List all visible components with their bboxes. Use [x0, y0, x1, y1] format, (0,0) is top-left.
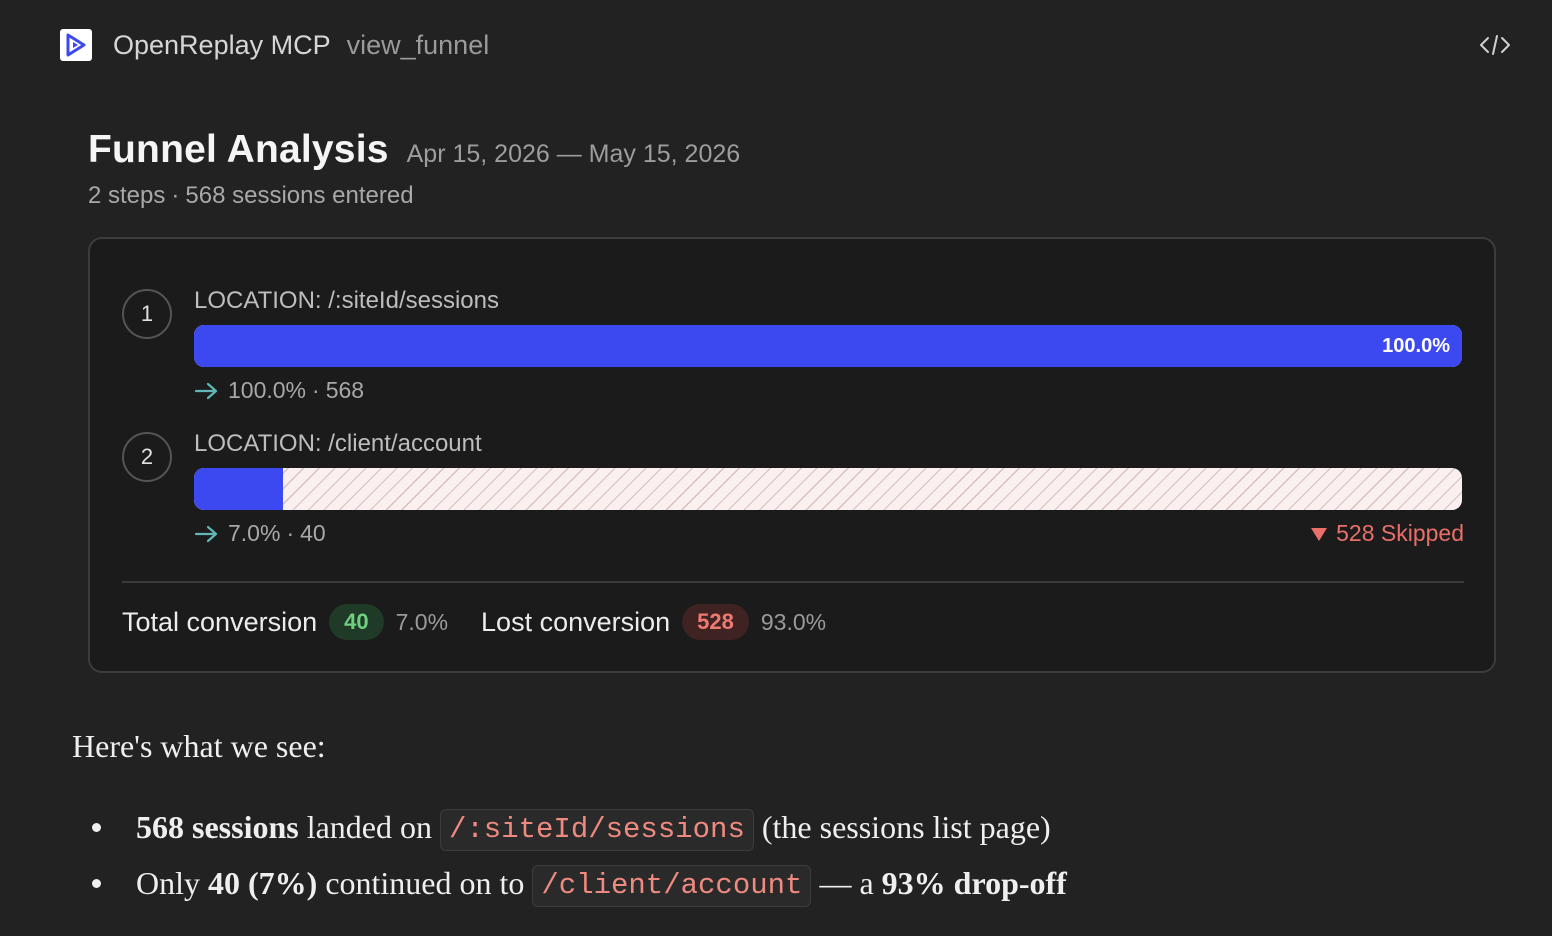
step-label: LOCATION: /:siteId/sessions — [194, 287, 499, 314]
step-bar-percentage: 100.0% — [1382, 335, 1450, 357]
summary-heading: Here's what we see: — [72, 728, 326, 764]
bullet-icon — [92, 823, 101, 832]
bold-text: 93% drop-off — [881, 865, 1067, 901]
funnel-step-1[interactable]: 1 LOCATION: /:siteId/sessions 100.0% 100… — [122, 287, 1464, 409]
tool-name: view_funnel — [346, 29, 490, 60]
step-bar-fill — [194, 325, 1462, 367]
arrow-right-icon — [194, 382, 218, 399]
text: Only — [136, 865, 208, 901]
funnel-widget: Funnel Analysis Apr 15, 2026 — May 15, 2… — [88, 128, 1496, 673]
skipped-indicator[interactable]: 528 Skipped — [1310, 520, 1464, 547]
funnel-title-row: Funnel Analysis Apr 15, 2026 — May 15, 2… — [88, 128, 1496, 172]
step-count: 40 — [300, 520, 326, 546]
code-brackets-icon[interactable] — [1478, 30, 1512, 60]
funnel-title: Funnel Analysis — [88, 128, 389, 171]
openreplay-logo-icon — [60, 29, 92, 61]
step-conversion-pct: 7.0% — [228, 520, 281, 546]
conversion-totals: Total conversion 40 7.0% Lost conversion… — [122, 603, 826, 641]
steps-count: 2 steps — [88, 182, 166, 209]
bold-text: 40 (7%) — [208, 865, 318, 901]
text: continued on to — [317, 865, 533, 901]
total-conversion-pct: 7.0% — [395, 608, 449, 635]
step-label: LOCATION: /client/account — [194, 430, 482, 457]
bold-text: 568 sessions — [136, 809, 299, 845]
total-conversion-badge: 40 — [329, 604, 384, 640]
summary-section: Here's what we see: 568 sessions landed … — [72, 728, 1512, 911]
inline-code: /:siteId/sessions — [440, 809, 754, 851]
step-stats: 7.0% · 40 — [194, 520, 326, 547]
funnel-subtitle: 2 steps · 568 sessions entered — [88, 182, 414, 209]
total-conversion-label: Total conversion — [122, 606, 318, 637]
step-bar[interactable] — [194, 468, 1462, 510]
bullet-icon — [92, 879, 101, 888]
text: (the sessions list page) — [753, 809, 1051, 845]
app-header: OpenReplay MCP view_funnel — [60, 28, 1512, 62]
card-divider — [122, 581, 1464, 583]
skipped-count: 528 Skipped — [1336, 520, 1464, 546]
app-name: OpenReplay MCP — [113, 29, 331, 60]
step-conversion-pct: 100.0% — [228, 377, 307, 403]
text: landed on — [298, 809, 440, 845]
lost-conversion-badge: 528 — [682, 604, 749, 640]
list-item: 568 sessions landed on /:siteId/sessions… — [72, 799, 1512, 855]
sessions-entered: 568 sessions entered — [185, 182, 414, 209]
summary-list: 568 sessions landed on /:siteId/sessions… — [72, 799, 1512, 911]
inline-code: /client/account — [532, 865, 812, 907]
step-number-badge: 2 — [122, 432, 172, 482]
step-count: 568 — [325, 377, 365, 403]
text: — a — [811, 865, 882, 901]
step-stats: 100.0% · 568 — [194, 377, 364, 404]
triangle-down-icon — [1311, 527, 1328, 541]
funnel-card: 1 LOCATION: /:siteId/sessions 100.0% 100… — [88, 237, 1496, 673]
lost-conversion-pct: 93.0% — [760, 608, 827, 635]
step-bar[interactable]: 100.0% — [194, 325, 1462, 367]
arrow-right-icon — [194, 525, 218, 542]
funnel-step-2[interactable]: 2 LOCATION: /client/account 7.0% · 40 528 … — [122, 430, 1464, 552]
step-bar-fill — [194, 468, 283, 510]
step-number-badge: 1 — [122, 289, 172, 339]
date-range: Apr 15, 2026 — May 15, 2026 — [406, 140, 741, 168]
lost-conversion-label: Lost conversion — [481, 606, 671, 637]
list-item: Only 40 (7%) continued on to /client/acc… — [72, 855, 1512, 911]
